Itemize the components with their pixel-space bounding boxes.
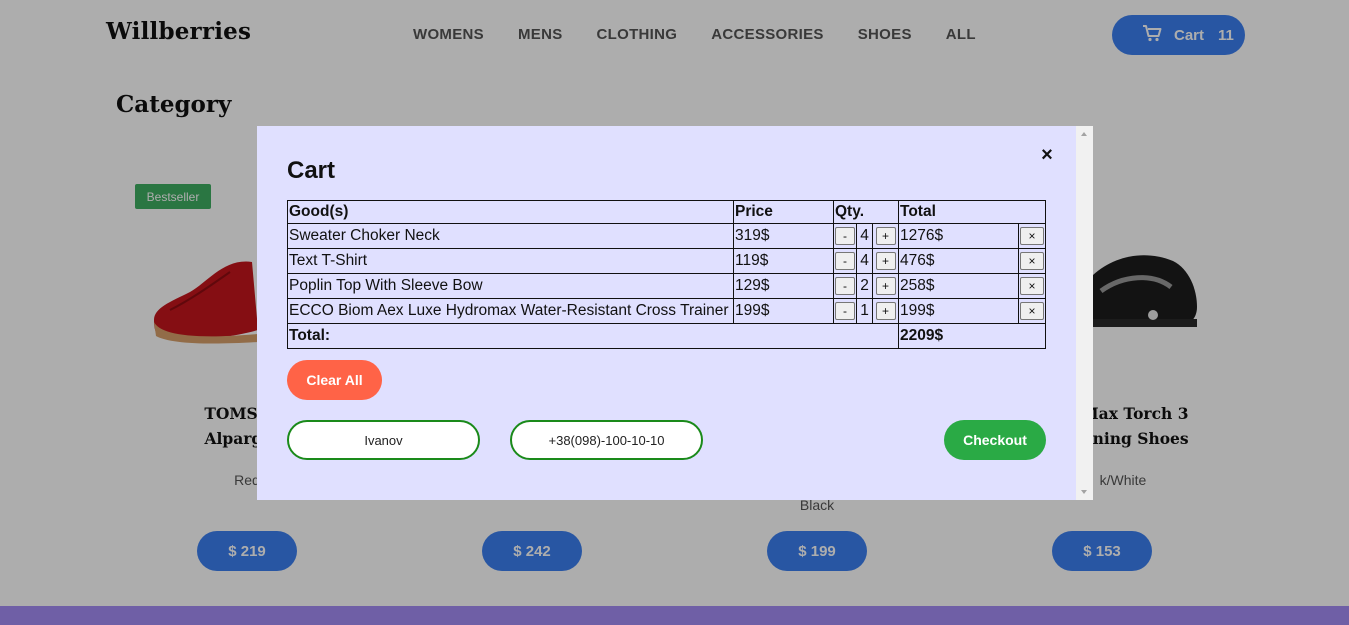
clear-all-button[interactable]: Clear All bbox=[287, 360, 382, 400]
total-value: 2209$ bbox=[898, 323, 1046, 349]
scroll-up-icon[interactable] bbox=[1081, 132, 1087, 136]
item-name: Sweater Choker Neck bbox=[287, 223, 734, 249]
total-label: Total: bbox=[287, 323, 899, 349]
modal-scrollbar[interactable] bbox=[1076, 126, 1093, 500]
item-total: 199$ bbox=[898, 298, 1019, 324]
item-qty: 1 bbox=[856, 298, 873, 324]
column-header-qty: Qty. bbox=[833, 200, 899, 224]
remove-item-button[interactable]: × bbox=[1020, 301, 1044, 320]
item-name: ECCO Biom Aex Luxe Hydromax Water-Resist… bbox=[287, 298, 734, 324]
cart-modal: Cart × Good(s) Price Qty. Total Sweater … bbox=[257, 126, 1093, 500]
checkout-button[interactable]: Checkout bbox=[944, 420, 1046, 460]
table-header-row: Good(s) Price Qty. Total bbox=[287, 200, 1046, 224]
decrease-qty-button[interactable]: - bbox=[835, 251, 855, 270]
item-qty: 4 bbox=[856, 223, 873, 249]
item-name: Poplin Top With Sleeve Bow bbox=[287, 273, 734, 299]
item-total: 476$ bbox=[898, 248, 1019, 274]
item-price: 319$ bbox=[733, 223, 834, 249]
table-row: Text T-Shirt 119$ - 4 + 476$ × bbox=[287, 248, 1046, 274]
item-price: 199$ bbox=[733, 298, 834, 324]
name-field[interactable] bbox=[287, 420, 480, 460]
modal-title: Cart bbox=[287, 157, 336, 184]
item-total: 1276$ bbox=[898, 223, 1019, 249]
close-icon[interactable]: × bbox=[1038, 144, 1056, 166]
total-row: Total: 2209$ bbox=[287, 323, 1046, 349]
scroll-down-icon[interactable] bbox=[1081, 490, 1087, 494]
column-header-goods: Good(s) bbox=[287, 200, 734, 224]
item-qty: 2 bbox=[856, 273, 873, 299]
table-row: Poplin Top With Sleeve Bow 129$ - 2 + 25… bbox=[287, 273, 1046, 299]
column-header-price: Price bbox=[733, 200, 834, 224]
table-row: Sweater Choker Neck 319$ - 4 + 1276$ × bbox=[287, 223, 1046, 249]
decrease-qty-button[interactable]: - bbox=[835, 301, 855, 320]
phone-field[interactable] bbox=[510, 420, 703, 460]
increase-qty-button[interactable]: + bbox=[875, 226, 896, 245]
remove-item-button[interactable]: × bbox=[1020, 276, 1044, 295]
column-header-total: Total bbox=[898, 200, 1046, 224]
decrease-qty-button[interactable]: - bbox=[835, 276, 855, 295]
item-qty: 4 bbox=[856, 248, 873, 274]
item-name: Text T-Shirt bbox=[287, 248, 734, 274]
cart-table: Good(s) Price Qty. Total Sweater Choker … bbox=[287, 200, 1046, 349]
item-price: 129$ bbox=[733, 273, 834, 299]
item-total: 258$ bbox=[898, 273, 1019, 299]
decrease-qty-button[interactable]: - bbox=[835, 226, 855, 245]
remove-item-button[interactable]: × bbox=[1020, 251, 1044, 270]
increase-qty-button[interactable]: + bbox=[875, 276, 896, 295]
increase-qty-button[interactable]: + bbox=[875, 301, 896, 320]
item-price: 119$ bbox=[733, 248, 834, 274]
table-row: ECCO Biom Aex Luxe Hydromax Water-Resist… bbox=[287, 298, 1046, 324]
increase-qty-button[interactable]: + bbox=[875, 251, 896, 270]
remove-item-button[interactable]: × bbox=[1020, 226, 1044, 245]
